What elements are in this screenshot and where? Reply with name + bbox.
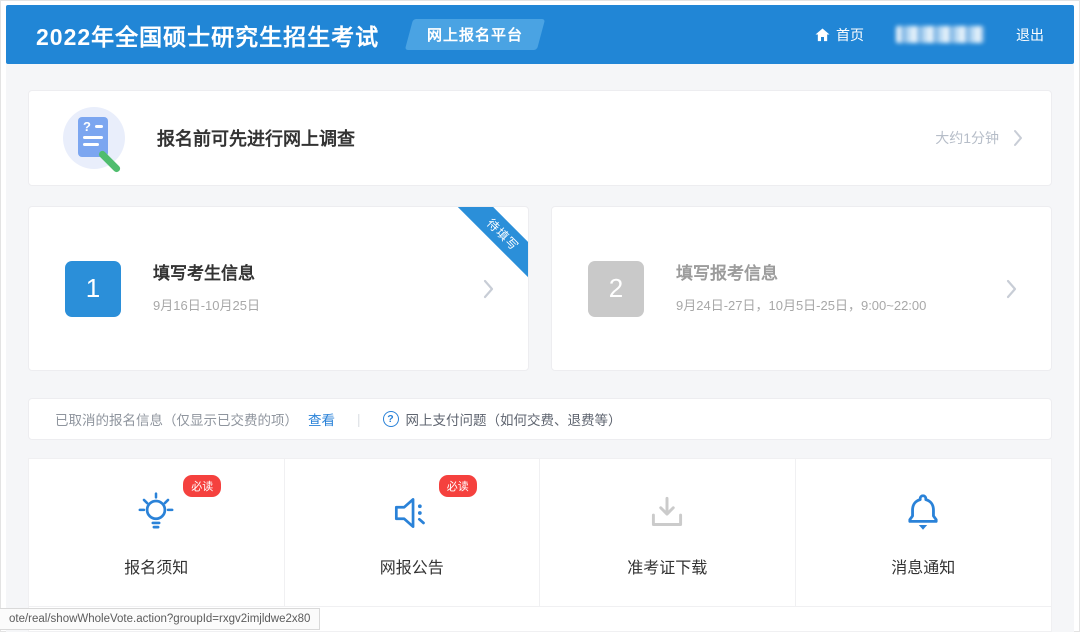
shortcut-online-announcements[interactable]: 必读 网报公告 [285, 459, 540, 606]
shortcut-message-notifications[interactable]: 消息通知 [796, 459, 1052, 606]
cancelled-info-text: 已取消的报名信息（仅显示已交费的项） [55, 413, 298, 428]
step-card-candidate-info[interactable]: 1 填写考生信息 9月16日-10月25日 待填写 [28, 206, 529, 371]
username-redacted[interactable] [896, 26, 984, 43]
shortcuts-grid: 必读 报名须知 必读 网报公告 准考证下载 消息通知 [28, 458, 1052, 632]
must-read-badge: 必读 [438, 475, 477, 497]
nav-home-label: 首页 [836, 26, 864, 43]
payment-help-text: 网上支付问题（如何交费、退费等） [405, 413, 622, 428]
step-date: 9月24日-27日，10月5日-25日，9:00~22:00 [676, 298, 927, 313]
browser-status-url: ote/real/showWholeVote.action?groupId=rx… [0, 608, 321, 630]
lightbulb-icon [138, 492, 174, 529]
app-header: 2022年全国硕士研究生招生考试 网上报名平台 首页 退出 [6, 5, 1074, 64]
platform-badge-label: 网上报名平台 [427, 27, 524, 44]
page-content: ? 报名前可先进行网上调查 大约1分钟 1 填写考生信息 9月16日-10月25… [6, 64, 1074, 632]
shortcut-label: 报名须知 [124, 560, 189, 577]
divider: | [357, 411, 361, 427]
chevron-right-icon [483, 279, 494, 298]
payment-help-item[interactable]: ? 网上支付问题（如何交费、退费等） [382, 409, 622, 429]
logout-button[interactable]: 退出 [1016, 25, 1044, 45]
step-card-application-info[interactable]: 2 填写报考信息 9月24日-27日，10月5日-25日，9:00~22:00 [551, 206, 1052, 371]
megaphone-icon [394, 498, 425, 528]
pencil-icon [97, 149, 122, 174]
shortcut-label: 网报公告 [379, 560, 444, 577]
step-date: 9月16日-10月25日 [153, 298, 260, 313]
survey-banner[interactable]: ? 报名前可先进行网上调查 大约1分钟 [28, 90, 1052, 186]
survey-duration: 大约1分钟 [935, 130, 999, 146]
shortcut-label: 准考证下载 [627, 560, 708, 577]
bell-icon [908, 494, 938, 530]
header-nav: 首页 退出 [815, 25, 1044, 45]
download-icon [652, 496, 683, 526]
home-icon [815, 27, 830, 41]
platform-badge: 网上报名平台 [405, 19, 546, 50]
chevron-right-icon [1006, 279, 1017, 298]
nav-home[interactable]: 首页 [815, 25, 864, 45]
step-title: 填写报考信息 [676, 264, 778, 283]
steps-row: 1 填写考生信息 9月16日-10月25日 待填写 2 填写报考信息 9月24日… [28, 206, 1052, 371]
chevron-right-icon [1014, 130, 1022, 146]
survey-title: 报名前可先进行网上调查 [157, 129, 355, 149]
shortcut-admission-ticket-download[interactable]: 准考证下载 [540, 459, 796, 606]
shortcut-signup-notes[interactable]: 必读 报名须知 [29, 459, 285, 606]
notice-bar: 已取消的报名信息（仅显示已交费的项） 查看 | ? 网上支付问题（如何交费、退费… [28, 398, 1052, 440]
shortcut-label: 消息通知 [891, 560, 956, 577]
step-number-badge: 1 [65, 260, 121, 317]
view-link[interactable]: 查看 [308, 409, 335, 429]
pending-ribbon: 待填写 [454, 207, 528, 283]
page-title: 2022年全国硕士研究生招生考试 [36, 23, 380, 50]
step-number-badge: 2 [588, 260, 644, 317]
survey-document-icon: ? [63, 107, 125, 174]
must-read-badge: 必读 [183, 475, 222, 497]
step-title: 填写考生信息 [153, 264, 255, 283]
question-circle-icon: ? [382, 411, 399, 427]
